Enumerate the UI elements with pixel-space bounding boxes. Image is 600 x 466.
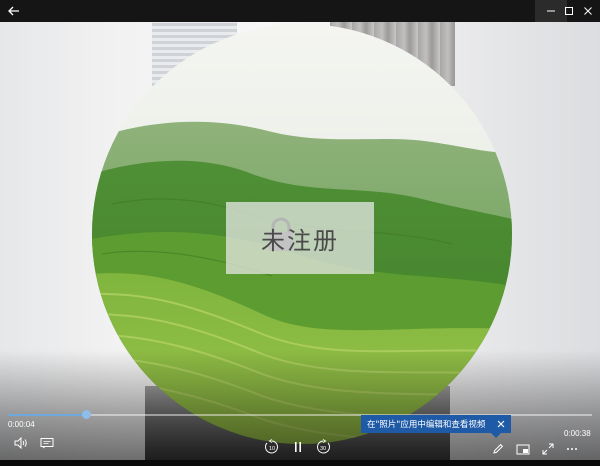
mini-view-button[interactable]: [514, 441, 532, 457]
elapsed-time: 0:00:04: [8, 420, 35, 429]
mini-view-icon: [516, 444, 530, 454]
captions-button[interactable]: [38, 435, 56, 451]
rewind-label: 10: [269, 446, 275, 452]
tooltip-close-button[interactable]: [494, 417, 508, 431]
volume-icon: [14, 437, 27, 449]
pause-button[interactable]: [289, 438, 307, 456]
unregistered-watermark: 未注册: [226, 202, 374, 274]
more-options-button[interactable]: [563, 441, 581, 457]
window-bottom-edge: [0, 460, 600, 466]
captions-icon: [40, 438, 54, 449]
media-player-window: 未注册 0:00:04 0:00:38 在"照片"应用中编辑和查看视频 10 3…: [0, 0, 600, 466]
rewind-10-button[interactable]: 10: [263, 438, 281, 456]
close-icon: [584, 7, 592, 15]
seek-progress: [8, 414, 87, 416]
video-frame[interactable]: 未注册: [0, 6, 600, 460]
edit-in-photos-tooltip[interactable]: 在"照片"应用中编辑和查看视频: [361, 415, 511, 438]
tooltip-text: 在"照片"应用中编辑和查看视频: [367, 420, 486, 430]
fullscreen-button[interactable]: [539, 441, 557, 457]
more-icon: [567, 448, 577, 450]
forward-icon: 30: [317, 439, 330, 454]
close-button[interactable]: [572, 0, 600, 22]
total-duration: 0:00:38: [564, 429, 591, 438]
close-icon: [497, 420, 505, 428]
volume-button[interactable]: [12, 435, 30, 451]
fullscreen-icon: [542, 443, 554, 455]
rewind-icon: 10: [265, 439, 278, 454]
forward-30-button[interactable]: 30: [314, 438, 332, 456]
forward-label: 30: [320, 446, 326, 452]
pause-icon: [295, 442, 301, 452]
edit-button[interactable]: [489, 441, 507, 457]
back-button[interactable]: [0, 0, 28, 22]
back-arrow-icon: [8, 6, 19, 16]
watermark-text: 未注册: [261, 226, 339, 255]
title-bar: [0, 0, 600, 22]
pencil-icon: [493, 443, 504, 454]
tooltip-arrow: [491, 433, 501, 438]
